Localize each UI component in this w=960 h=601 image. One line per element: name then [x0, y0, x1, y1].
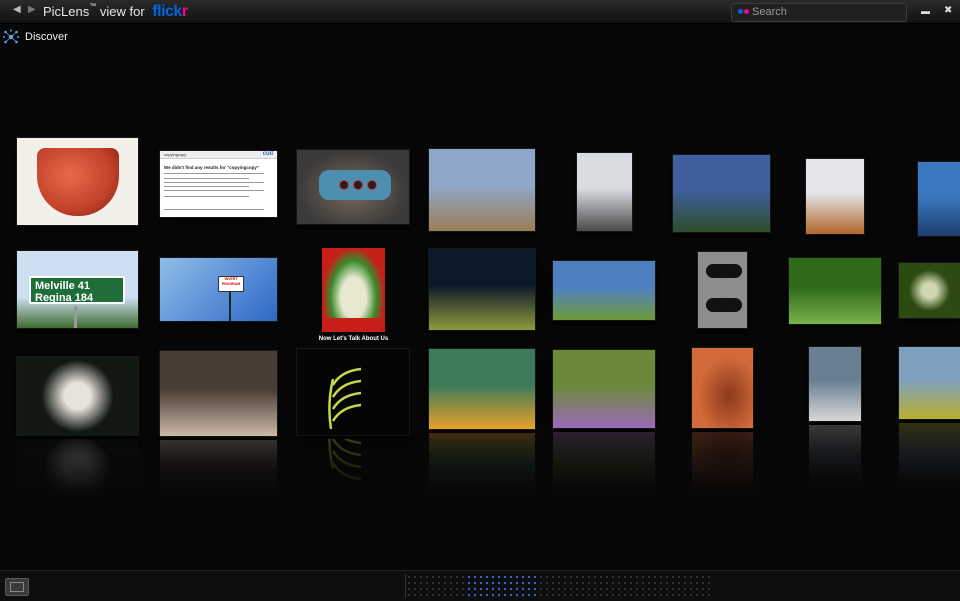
- forward-button[interactable]: ▶: [28, 4, 36, 15]
- search-page-heading: We didn't find any results for "copyingc…: [164, 165, 260, 170]
- photo-reflection: [692, 432, 753, 492]
- cuil-logo: cuil: [262, 151, 273, 157]
- trademark: ™: [89, 3, 97, 10]
- photo-thumbnail-car-trunk[interactable]: [918, 162, 960, 236]
- photo-thumbnail-melville-road-sign[interactable]: Melville 41 Regina 184: [17, 251, 138, 328]
- text-line: [164, 196, 249, 197]
- photo-thumbnail-sign-blue-sky[interactable]: INVERT PROGRAM: [160, 258, 277, 321]
- photo-thumbnail-ear-closeup[interactable]: [692, 348, 753, 428]
- road-sign-line-2: Regina 184: [35, 292, 94, 304]
- photo-thumbnail-night-canal[interactable]: [429, 249, 535, 330]
- photo-thumbnail-child-boat[interactable]: [429, 349, 535, 429]
- search-input[interactable]: [752, 5, 900, 19]
- photo-thumbnail-usb-device[interactable]: [297, 150, 409, 224]
- usb-port: [339, 180, 349, 190]
- minimize-button[interactable]: ▬: [921, 6, 930, 16]
- text-line: [164, 178, 249, 179]
- text-line: [164, 186, 249, 187]
- photo-reflection: [160, 440, 277, 500]
- onions-image: [324, 250, 383, 318]
- discover-label: Discover: [25, 31, 68, 43]
- text-line: [164, 190, 264, 191]
- photo-thumbnail-red-glass-bowl[interactable]: [17, 138, 138, 225]
- glow-stick-shape: [328, 439, 362, 481]
- photo-thumbnail-search-results-page[interactable]: copyingcopy cuil We didn't find any result…: [160, 151, 277, 217]
- photo-reflection: [809, 425, 861, 485]
- photo-thumbnail-clouds-road[interactable]: [673, 155, 770, 232]
- usb-port: [353, 180, 363, 190]
- shoe: [706, 298, 742, 312]
- photo-thumbnail-dandelion[interactable]: [899, 263, 960, 318]
- photo-thumbnail-park-yellow-flowers[interactable]: [899, 347, 960, 419]
- sign-post: [74, 306, 77, 328]
- shoe: [706, 264, 742, 278]
- photo-reflection: [899, 423, 960, 483]
- photo-thumbnail-lion-statue[interactable]: [577, 153, 632, 231]
- poster-caption: Now Let's Talk About Us: [318, 336, 389, 342]
- flickr-logo: flickr: [152, 3, 188, 20]
- photo-thumbnail-glow-stick[interactable]: [297, 349, 409, 435]
- text-line: [164, 173, 264, 174]
- photo-thumbnail-dry-plant-field[interactable]: [429, 149, 535, 231]
- photo-thumbnail-white-flowers[interactable]: [17, 357, 138, 435]
- photo-thumbnail-fence-field[interactable]: [553, 261, 655, 320]
- photo-thumbnail-autumn-tree[interactable]: [806, 159, 864, 234]
- photo-thumbnail-desk-papers[interactable]: [809, 347, 861, 421]
- text-line: [164, 209, 264, 210]
- view-for-label: view for: [99, 4, 145, 19]
- app-brand: PicLens™ view for flickr: [43, 3, 188, 21]
- photo-reflection: [297, 439, 409, 499]
- discover-star-icon: [3, 29, 19, 44]
- small-sign: INVERT PROGRAM: [218, 276, 244, 292]
- photo-reflection: [17, 439, 138, 499]
- usb-port: [367, 180, 377, 190]
- photo-thumbnail-green-onions-poster[interactable]: Now Let's Talk About Us: [319, 248, 388, 342]
- photo-thumbnail-flower-beds[interactable]: [553, 350, 655, 428]
- flickr-dots-icon: [738, 9, 750, 15]
- bottom-bar: [0, 570, 960, 601]
- scrubber-position: [466, 574, 538, 598]
- sign-post: [229, 291, 231, 321]
- road-sign-line-1: Melville 41: [35, 280, 91, 292]
- small-sign-line-2: PROGRAM: [221, 282, 241, 286]
- app-name: PicLens: [43, 4, 90, 19]
- close-button[interactable]: ✖: [944, 5, 952, 16]
- photo-thumbnail-tree-stump[interactable]: [160, 351, 277, 436]
- wall-scrubber[interactable]: [405, 574, 711, 598]
- search-box[interactable]: [731, 3, 907, 22]
- back-button[interactable]: ◀: [13, 4, 21, 15]
- photo-thumbnail-grass-closeup[interactable]: [789, 258, 881, 324]
- photo-thumbnail-shoes-carpet[interactable]: [698, 252, 747, 328]
- glow-stick-shape: [328, 367, 362, 430]
- photo-reflection: [429, 433, 535, 493]
- glass-bowl: [37, 148, 119, 216]
- photo-reflection: [553, 432, 655, 492]
- text-line: [164, 182, 264, 183]
- title-bar: ◀ ▶ PicLens™ view for flickr ▬ ✖: [0, 0, 960, 24]
- search-page-query: copyingcopy: [164, 152, 187, 157]
- gallery-view-icon[interactable]: [5, 578, 29, 596]
- road-sign: Melville 41 Regina 184: [29, 276, 125, 304]
